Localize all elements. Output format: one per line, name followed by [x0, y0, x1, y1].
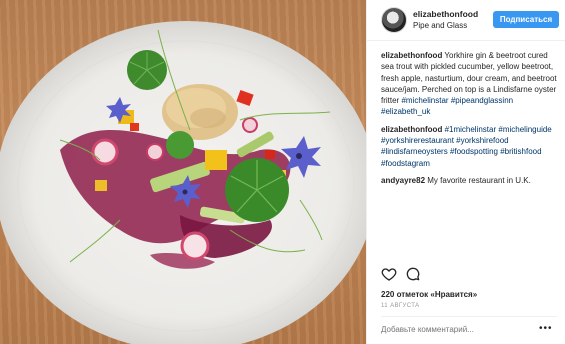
speech-bubble-icon[interactable]: [405, 266, 421, 282]
post-header: elizabethonfood Pipe and Glass Подписать…: [367, 0, 565, 41]
hashtag-link[interactable]: #elizabeth_uk: [381, 107, 430, 116]
more-options-icon[interactable]: •••: [539, 323, 553, 334]
follow-button[interactable]: Подписаться: [493, 11, 559, 28]
comment-author[interactable]: andyayre82: [381, 176, 425, 185]
heart-icon[interactable]: [381, 266, 397, 282]
hashtag-link[interactable]: #foodspotting: [450, 147, 498, 156]
comment-text: My favorite restaurant in U.K.: [425, 175, 531, 185]
hashtag-link[interactable]: #lindisfarneoysters: [381, 147, 448, 156]
hashtag-link[interactable]: #britishfood: [500, 147, 541, 156]
post-date: 11 АВГУСТА: [381, 303, 420, 309]
post-location[interactable]: Pipe and Glass: [413, 21, 467, 30]
post-sidebar: elizabethonfood Pipe and Glass Подписать…: [366, 0, 565, 344]
hashtag-link[interactable]: #pipeandglassinn: [451, 96, 513, 105]
post-photo[interactable]: [0, 0, 366, 344]
hashtag-link[interactable]: #foodstagram: [381, 159, 430, 168]
likes-count[interactable]: 220 отметок «Нравится»: [381, 290, 477, 299]
hashtag-link[interactable]: #yorkshirefood: [456, 136, 508, 145]
comments-list: elizabethonfood Yorkhire gin & beetroot …: [381, 50, 559, 192]
comment-author[interactable]: elizabethonfood: [381, 51, 442, 60]
avatar[interactable]: [381, 7, 407, 33]
comment-item: elizabethonfood #1michelinstar #michelin…: [381, 124, 559, 169]
hashtag-link[interactable]: #1michelinstar: [445, 125, 497, 134]
post-username[interactable]: elizabethonfood: [413, 9, 478, 19]
hashtag-link[interactable]: #yorkshirerestaurant: [381, 136, 454, 145]
hashtag-link[interactable]: #michelinguide: [498, 125, 551, 134]
plated-dish-image: [0, 21, 366, 344]
comment-item: elizabethonfood Yorkhire gin & beetroot …: [381, 50, 559, 118]
hashtag-link[interactable]: #michelinstar: [401, 96, 448, 105]
add-comment-input[interactable]: [381, 325, 531, 334]
comment-item: andyayre82 My favorite restaurant in U.K…: [381, 175, 559, 186]
divider: [381, 316, 557, 317]
post-actions: [381, 266, 559, 282]
comment-author[interactable]: elizabethonfood: [381, 125, 442, 134]
